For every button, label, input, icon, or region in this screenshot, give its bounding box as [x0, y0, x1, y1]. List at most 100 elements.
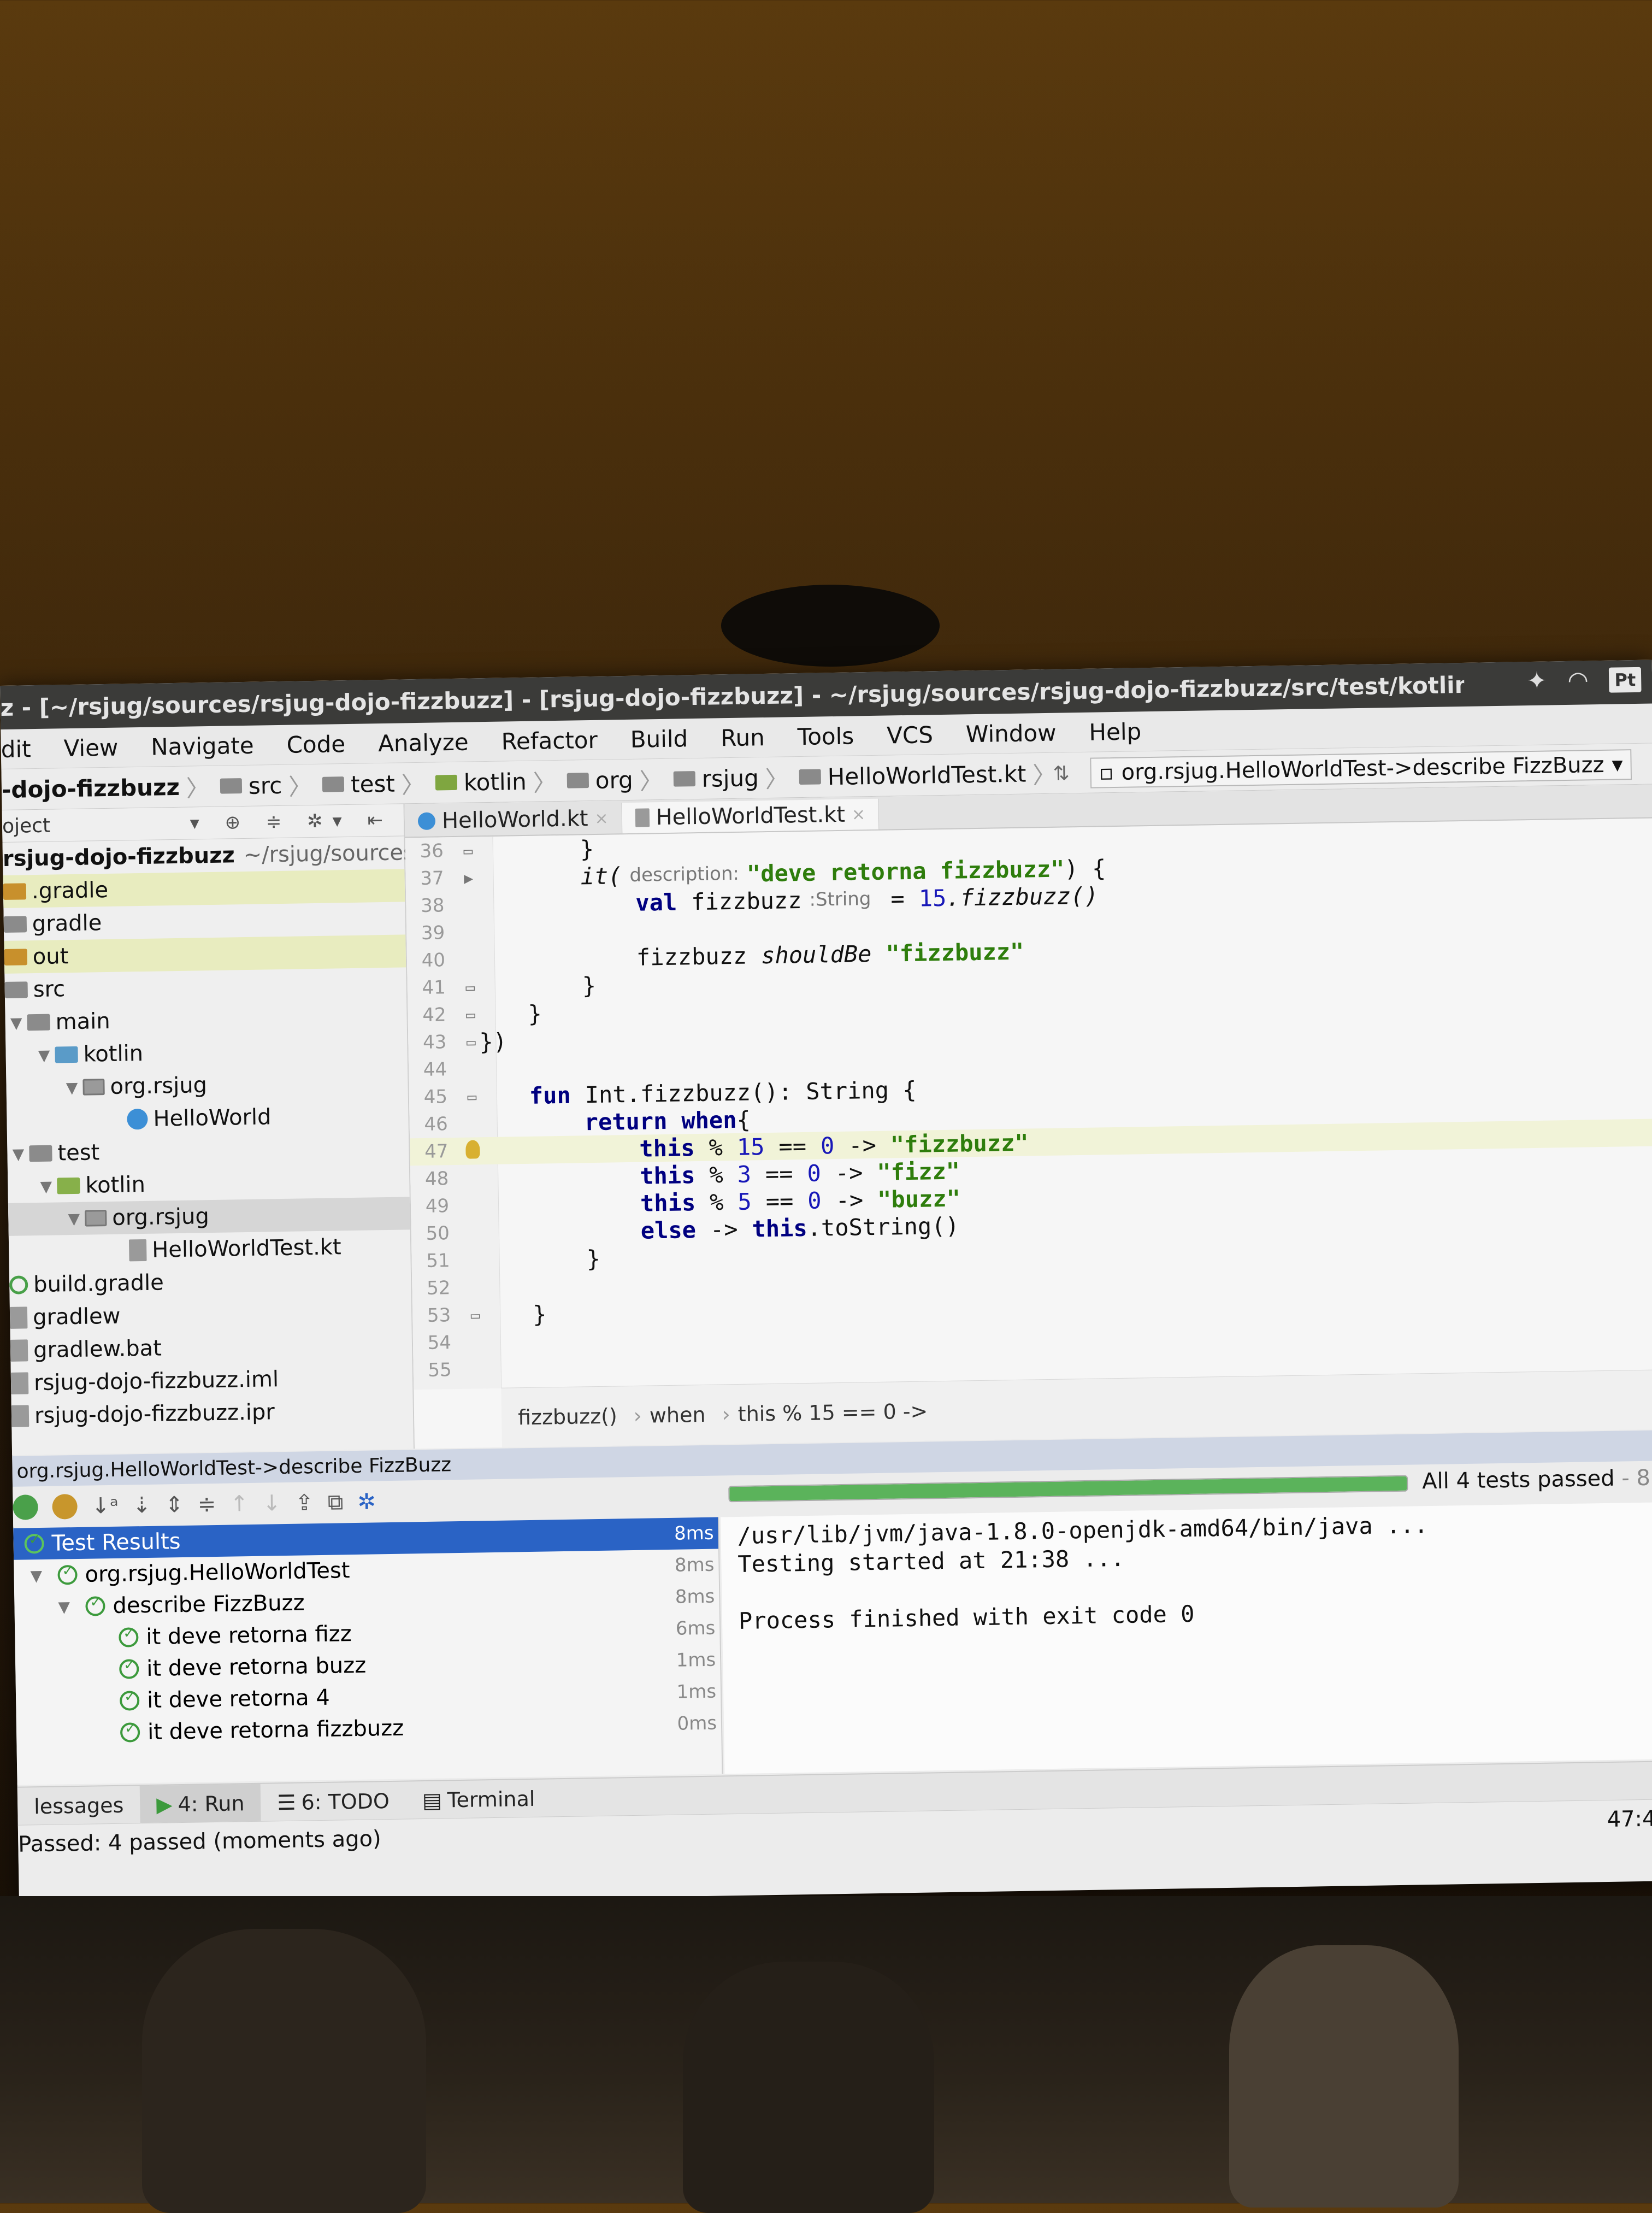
tool-todo[interactable]: ☰ 6: TODO — [261, 1782, 406, 1822]
next-failed-icon[interactable]: ↓ — [262, 1491, 281, 1516]
dropbox-icon[interactable]: ✦ — [1526, 667, 1547, 696]
fold-icon[interactable]: ▭ — [451, 1305, 500, 1324]
crumb-function[interactable]: fizzbuzz() — [518, 1404, 617, 1429]
gear-icon[interactable]: ✲ — [357, 1489, 376, 1515]
expand-arrow-icon[interactable]: ▼ — [61, 1078, 83, 1097]
expand-all-icon[interactable]: ⇕ — [165, 1492, 184, 1518]
expand-arrow-icon[interactable]: ▼ — [33, 1046, 55, 1064]
breadcrumb-project[interactable]: -dojo-fizzbuzz — [2, 773, 180, 803]
folder-icon — [4, 949, 28, 966]
expand-arrow-icon[interactable]: ▼ — [35, 1177, 57, 1196]
kotlin-file-icon — [635, 808, 650, 827]
menu-tools[interactable]: Tools — [781, 722, 870, 750]
lightbulb-icon[interactable] — [465, 1139, 480, 1159]
run-config-icon: ▫ — [1099, 760, 1114, 786]
main-area: oject ▾ ⊕ ≑ ✲▾ ⇤ rsjug-dojo-fizzbuzz ~/r… — [2, 784, 1652, 1455]
breadcrumb-rsjug[interactable]: rsjug — [701, 764, 759, 792]
project-view-label[interactable]: oject — [2, 814, 51, 837]
tree-item[interactable]: rsjug-dojo-fizzbuzz.ipr — [11, 1393, 414, 1433]
run-console[interactable]: /usr/lib/jvm/java-1.8.0-openjdk-amd64/bi… — [721, 1502, 1652, 1774]
fold-icon[interactable]: ▭ — [446, 978, 495, 996]
test-folder-icon — [57, 1177, 80, 1194]
package-icon — [85, 1210, 107, 1227]
menu-code[interactable]: Code — [270, 730, 362, 758]
file-icon — [9, 1306, 28, 1329]
previous-failed-icon[interactable]: ↑ — [230, 1491, 249, 1517]
fold-icon[interactable]: ▭ — [444, 841, 493, 860]
menu-edit[interactable]: dit — [1, 735, 48, 763]
code-editor: HelloWorld.kt × HelloWorldTest.kt × 36 ▭ … — [404, 784, 1652, 1449]
passed-icon — [85, 1596, 105, 1616]
fold-icon[interactable]: ▭ — [447, 1087, 497, 1105]
folder-icon — [3, 916, 27, 933]
menu-run[interactable]: Run — [704, 723, 781, 751]
run-test-icon[interactable]: ▶ — [444, 868, 493, 887]
run-configuration-select[interactable]: ⇅ ▫ org.rsjug.HelloWorldTest->describe F… — [1053, 749, 1632, 788]
close-icon[interactable]: × — [594, 809, 609, 828]
show-passed-icon[interactable] — [13, 1494, 38, 1520]
menu-window[interactable]: Window — [949, 719, 1072, 748]
menu-vcs[interactable]: VCS — [870, 721, 949, 749]
expand-arrow-icon[interactable]: ▼ — [30, 1566, 58, 1584]
wifi-icon[interactable]: ◠ — [1568, 666, 1588, 694]
audience-silhouette — [142, 1929, 426, 2213]
folder-icon — [220, 778, 243, 794]
play-icon: ▶ — [156, 1792, 173, 1817]
breadcrumb-org[interactable]: org — [595, 766, 633, 793]
export-icon[interactable]: ⇪ — [295, 1490, 314, 1516]
sort-alpha-icon[interactable]: ↓ᵃ — [91, 1493, 119, 1519]
passed-icon — [57, 1564, 78, 1585]
crumb-branch[interactable]: this % 15 == 0 -> — [738, 1399, 928, 1426]
breadcrumb-src[interactable]: src — [248, 772, 282, 799]
project-panel-tools[interactable]: ▾ ⊕ ≑ ✲▾ ⇤ — [190, 809, 393, 834]
passed-icon — [24, 1533, 44, 1554]
tab-helloworld[interactable]: HelloWorld.kt × — [404, 803, 623, 837]
gradle-icon — [9, 1275, 28, 1294]
fold-icon[interactable]: ▭ — [446, 1005, 495, 1023]
kotlin-class-icon — [417, 812, 436, 831]
audience-foreground — [0, 1896, 1652, 2213]
folder-icon — [4, 981, 28, 998]
project-panel: oject ▾ ⊕ ≑ ✲▾ ⇤ rsjug-dojo-fizzbuzz ~/r… — [2, 804, 442, 1455]
folder-icon — [435, 774, 458, 791]
folder-icon — [322, 776, 345, 792]
audience-silhouette — [683, 1962, 934, 2213]
status-message: Passed: 4 passed (moments ago) — [17, 1826, 381, 1857]
keyboard-layout-badge[interactable]: Pt — [1609, 667, 1642, 693]
expand-arrow-icon[interactable]: ▼ — [58, 1597, 86, 1616]
kotlin-class-icon — [127, 1108, 148, 1130]
crumb-when[interactable]: when — [650, 1403, 706, 1428]
package-icon — [567, 773, 589, 788]
test-results-tree: Test Results 8ms ▼ org.rsjug.HelloWorldT… — [13, 1517, 723, 1785]
menu-build[interactable]: Build — [613, 725, 704, 753]
show-ignored-icon[interactable] — [52, 1493, 78, 1520]
expand-arrow-icon[interactable]: ▼ — [63, 1209, 85, 1228]
breadcrumb-file[interactable]: HelloWorldTest.kt — [827, 760, 1026, 790]
breadcrumb-kotlin[interactable]: kotlin — [463, 768, 527, 796]
menu-help[interactable]: Help — [1072, 717, 1158, 745]
expand-arrow-icon[interactable]: ▼ — [5, 1014, 27, 1032]
folder-icon — [3, 883, 27, 900]
tool-messages[interactable]: lessages — [17, 1786, 140, 1826]
passed-icon — [120, 1722, 140, 1743]
tool-run[interactable]: ▶ 4: Run — [139, 1784, 262, 1824]
ceiling-projector — [721, 585, 940, 667]
sort-duration-icon[interactable]: ⇣ — [132, 1493, 151, 1519]
menu-analyze[interactable]: Analyze — [362, 728, 485, 757]
code-area[interactable]: 36 ▭ } 37 ▶ it( description: "deve retorna… — [405, 818, 1652, 1390]
menu-navigate[interactable]: Navigate — [134, 732, 270, 761]
import-icon[interactable]: ⧉ — [327, 1490, 343, 1515]
sort-icon[interactable]: ⇅ — [1053, 762, 1070, 785]
tab-helloworldtest[interactable]: HelloWorldTest.kt × — [622, 798, 880, 834]
close-icon[interactable]: × — [852, 805, 866, 824]
breadcrumb-test[interactable]: test — [351, 770, 395, 797]
expand-arrow-icon[interactable]: ▼ — [7, 1145, 30, 1163]
tool-terminal[interactable]: ▤ Terminal — [405, 1779, 552, 1820]
menu-view[interactable]: View — [47, 734, 134, 762]
menu-refactor[interactable]: Refactor — [485, 726, 614, 755]
caret-position[interactable]: 47:40 — [1607, 1806, 1652, 1832]
audience-silhouette — [1229, 1945, 1459, 2208]
todo-icon: ☰ — [277, 1790, 296, 1815]
collapse-all-icon[interactable]: ≑ — [197, 1492, 216, 1517]
package-icon — [82, 1079, 105, 1096]
